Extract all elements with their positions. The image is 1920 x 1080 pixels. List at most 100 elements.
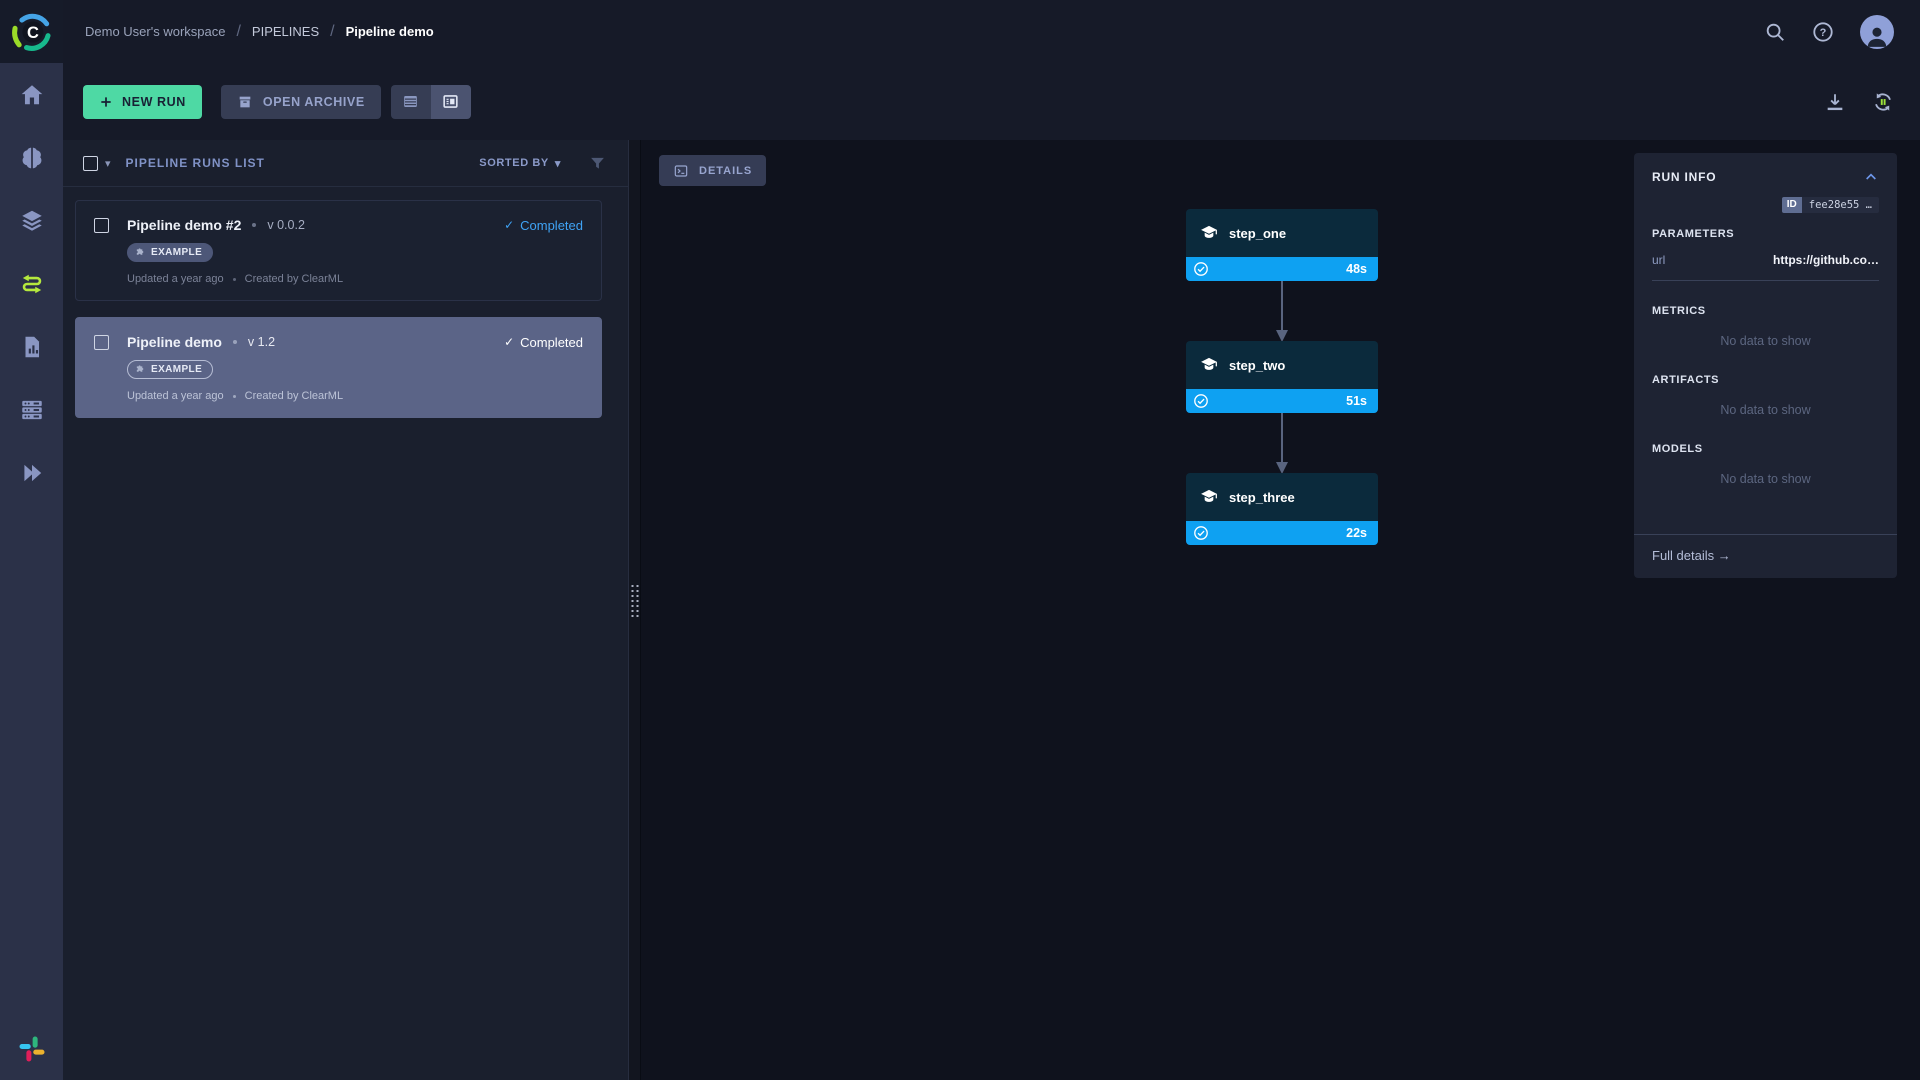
check-circle-icon: [1193, 393, 1209, 409]
open-archive-button[interactable]: OPEN ARCHIVE: [221, 85, 381, 119]
step-name: step_three: [1229, 490, 1295, 505]
help-button[interactable]: ?: [1812, 21, 1834, 43]
drag-dots-icon: [631, 585, 638, 617]
clearml-logo[interactable]: C: [0, 0, 63, 63]
new-run-button[interactable]: NEW RUN: [83, 85, 202, 119]
runs-list-title: PIPELINE RUNS LIST: [126, 156, 265, 170]
download-icon: [1824, 91, 1846, 113]
step-icon: [1199, 355, 1219, 375]
sidebar-item-pipelines[interactable]: [19, 271, 45, 297]
example-tag[interactable]: EXAMPLE: [127, 360, 213, 379]
collapse-panel-button[interactable]: [1863, 169, 1879, 185]
chevron-up-icon: [1863, 169, 1879, 185]
full-details-link[interactable]: Full details →: [1634, 534, 1897, 578]
dot-separator: [233, 278, 236, 281]
run-checkbox[interactable]: [94, 218, 109, 233]
sorted-by-dropdown[interactable]: SORTED BY ▾: [479, 157, 561, 170]
sidebar-item-applications[interactable]: [19, 460, 45, 486]
check-circle-icon: [1193, 261, 1209, 277]
id-label: ID: [1782, 197, 1802, 213]
run-checkbox[interactable]: [94, 335, 109, 350]
dot-separator: [233, 340, 237, 344]
search-button[interactable]: [1764, 21, 1786, 43]
split-view-button[interactable]: [431, 85, 471, 119]
clearml-logo-icon: C: [10, 10, 54, 54]
sidebar-item-dashboard[interactable]: [19, 82, 45, 108]
plus-icon: [99, 95, 113, 109]
slack-icon: [17, 1034, 47, 1064]
run-created-by: Created by ClearML: [245, 273, 343, 285]
download-button[interactable]: [1824, 91, 1846, 113]
breadcrumb-separator: /: [330, 23, 334, 41]
models-empty-text: No data to show: [1652, 472, 1879, 486]
run-card-pipeline-demo[interactable]: Pipeline demo v 1.2 ✓ Completed: [75, 317, 602, 418]
step-icon: [1199, 223, 1219, 243]
puzzle-icon: [135, 364, 146, 375]
new-run-label: NEW RUN: [122, 95, 186, 109]
pipeline-dag-canvas[interactable]: DETAILS step_one 48s: [641, 140, 1920, 1080]
run-title: Pipeline demo #2: [127, 217, 241, 233]
filter-button[interactable]: [589, 155, 606, 172]
top-bar: Demo User's workspace / PIPELINES / Pipe…: [63, 0, 1920, 63]
user-avatar[interactable]: [1860, 15, 1894, 49]
panel-resize-handle[interactable]: [628, 140, 641, 1080]
sidebar: C: [0, 0, 63, 1080]
sorted-by-caret: ▾: [555, 157, 561, 170]
dag-node-step-three[interactable]: step_three 22s: [1186, 473, 1378, 545]
breadcrumb-workspace[interactable]: Demo User's workspace: [85, 24, 225, 39]
split-view-icon: [441, 92, 460, 111]
tag-label: EXAMPLE: [151, 247, 202, 258]
table-view-button[interactable]: [391, 85, 431, 119]
step-status-bar: 51s: [1186, 389, 1378, 413]
select-all-checkbox[interactable]: [83, 156, 98, 171]
table-view-icon: [401, 92, 420, 111]
parameter-value[interactable]: https://github.co…: [1773, 253, 1879, 267]
slack-link[interactable]: [0, 1034, 63, 1064]
check-circle-icon: [1193, 525, 1209, 541]
artifacts-section-title: ARTIFACTS: [1652, 374, 1879, 386]
step-name: step_two: [1229, 358, 1285, 373]
status-label: Completed: [520, 218, 583, 233]
status-check-icon: ✓: [504, 218, 514, 232]
section-divider: [1652, 280, 1879, 281]
status-check-icon: ✓: [504, 335, 514, 349]
layers-icon: [19, 208, 45, 234]
dot-separator: [252, 223, 256, 227]
dag-node-step-two[interactable]: step_two 51s: [1186, 341, 1378, 413]
run-title: Pipeline demo: [127, 334, 222, 350]
run-id-badge[interactable]: ID fee28e55 …: [1652, 197, 1879, 213]
brain-icon: [19, 145, 45, 171]
filter-funnel-icon: [589, 155, 606, 172]
runs-cards: Pipeline demo #2 v 0.0.2 ✓ Completed: [63, 187, 628, 418]
servers-icon: [19, 397, 45, 423]
dot-separator: [233, 395, 236, 398]
sidebar-item-reports[interactable]: [19, 334, 45, 360]
step-status-bar: 22s: [1186, 521, 1378, 545]
run-version: v 0.0.2: [267, 218, 305, 232]
auto-refresh-toggle[interactable]: [1872, 91, 1894, 113]
sidebar-item-workers-queues[interactable]: [19, 397, 45, 423]
sidebar-item-projects[interactable]: [19, 145, 45, 171]
home-icon: [19, 82, 45, 108]
sidebar-item-datasets[interactable]: [19, 208, 45, 234]
main-content: ▾ PIPELINE RUNS LIST SORTED BY ▾: [63, 140, 1920, 1080]
search-icon: [1764, 21, 1786, 43]
parameter-name: url: [1652, 253, 1665, 267]
example-tag[interactable]: EXAMPLE: [127, 243, 213, 262]
archive-icon: [237, 94, 253, 110]
breadcrumb-section[interactable]: PIPELINES: [252, 24, 319, 39]
breadcrumb-current: Pipeline demo: [346, 24, 434, 39]
dag-node-step-one[interactable]: step_one 48s: [1186, 209, 1378, 281]
select-all-caret[interactable]: ▾: [105, 157, 111, 170]
step-duration: 51s: [1346, 394, 1371, 408]
person-icon: [1864, 23, 1890, 49]
run-status-badge: ✓ Completed: [504, 218, 583, 233]
details-button[interactable]: DETAILS: [659, 155, 766, 186]
step-duration: 48s: [1346, 262, 1371, 276]
dag-edge-arrow: [1272, 281, 1292, 343]
run-meta: Updated a year ago Created by ClearML: [127, 390, 583, 402]
run-card-pipeline-demo-2[interactable]: Pipeline demo #2 v 0.0.2 ✓ Completed: [75, 200, 602, 301]
console-icon: [673, 163, 689, 179]
id-value: fee28e55 …: [1802, 197, 1879, 213]
runs-list-panel: ▾ PIPELINE RUNS LIST SORTED BY ▾: [63, 140, 628, 1080]
